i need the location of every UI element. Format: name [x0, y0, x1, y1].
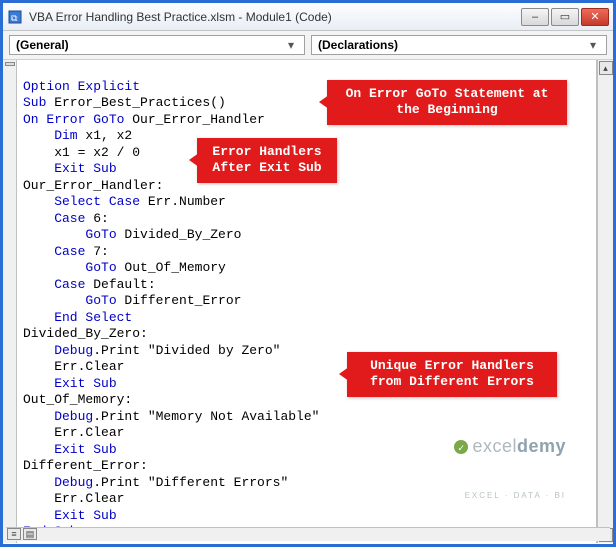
titlebar: ⧉ VBA Error Handling Best Practice.xlsm … — [3, 3, 613, 31]
scroll-up-icon[interactable]: ▴ — [599, 61, 613, 75]
code-line: End Select — [23, 310, 132, 325]
code-line: GoTo — [23, 260, 117, 275]
code-line: Error_Best_Practices() — [46, 95, 225, 110]
svg-text:⧉: ⧉ — [11, 13, 18, 23]
code-line: Err.Clear — [23, 491, 124, 506]
callout-after-exit: Error HandlersAfter Exit Sub — [197, 138, 337, 183]
window-buttons: – ▭ ✕ — [521, 8, 609, 26]
code-line: Divided_By_Zero — [117, 227, 242, 242]
code-line: GoTo — [23, 227, 117, 242]
code-line: 7: — [85, 244, 108, 259]
code-line: Err.Clear — [23, 425, 124, 440]
code-line: Out_Of_Memory — [117, 260, 226, 275]
code-line: Dim — [23, 128, 78, 143]
chevron-down-icon: ▾ — [284, 38, 298, 52]
code-line: Default: — [85, 277, 155, 292]
object-dropdown-label: (General) — [16, 38, 284, 52]
maximize-button[interactable]: ▭ — [551, 8, 579, 26]
app-icon: ⧉ — [7, 9, 23, 25]
code-line: Select Case — [23, 194, 140, 209]
code-line: 6: — [85, 211, 108, 226]
code-line: Debug — [23, 343, 93, 358]
code-line: Exit Sub — [23, 508, 117, 523]
code-line: Sub — [23, 95, 46, 110]
code-line: Case — [23, 277, 85, 292]
object-dropdown[interactable]: (General) ▾ — [9, 35, 305, 55]
code-line: Option Explicit — [23, 79, 140, 94]
code-line: On Error GoTo — [23, 112, 124, 127]
watermark-brand-a: excel — [472, 436, 517, 456]
code-line: Err.Clear — [23, 359, 124, 374]
code-line: Exit Sub — [23, 161, 117, 176]
callout-on-error: On Error GoTo Statement atthe Beginning — [327, 80, 567, 125]
code-line: .Print "Divided by Zero" — [93, 343, 280, 358]
code-line: Exit Sub — [23, 376, 117, 391]
code-line: Case — [23, 211, 85, 226]
code-line: Debug — [23, 475, 93, 490]
procedure-dropdown-label: (Declarations) — [318, 38, 586, 52]
code-pane[interactable]: Option Explicit Sub Error_Best_Practices… — [17, 60, 597, 543]
split-handle[interactable] — [5, 62, 15, 66]
code-area: Option Explicit Sub Error_Best_Practices… — [3, 60, 613, 543]
vertical-scrollbar[interactable]: ▴ ▾ — [597, 60, 613, 543]
code-line: x1, x2 — [78, 128, 133, 143]
code-line: Our_Error_Handler: — [23, 178, 163, 193]
margin-gutter — [3, 60, 17, 543]
code-line: Our_Error_Handler — [124, 112, 264, 127]
full-module-view-button[interactable]: ▤ — [23, 528, 37, 540]
code-line: x1 = x2 / 0 — [23, 145, 140, 160]
code-line: .Print "Memory Not Available" — [93, 409, 319, 424]
watermark: exceldemy EXCEL · DATA · BI — [454, 405, 566, 537]
code-line: Out_Of_Memory: — [23, 392, 132, 407]
code-line: .Print "Different Errors" — [93, 475, 288, 490]
code-line: Different_Error — [117, 293, 242, 308]
view-mode-bar: ≡ ▤ — [6, 527, 610, 541]
code-line: Case — [23, 244, 85, 259]
code-line: Debug — [23, 409, 93, 424]
procedure-dropdown[interactable]: (Declarations) ▾ — [311, 35, 607, 55]
check-icon — [454, 440, 468, 454]
procedure-view-button[interactable]: ≡ — [7, 528, 21, 540]
code-line: Divided_By_Zero: — [23, 326, 148, 341]
code-line: GoTo — [23, 293, 117, 308]
minimize-button[interactable]: – — [521, 8, 549, 26]
code-line: Err.Number — [140, 194, 226, 209]
close-button[interactable]: ✕ — [581, 8, 609, 26]
code-line: Different_Error: — [23, 458, 148, 473]
object-proc-bar: (General) ▾ (Declarations) ▾ — [3, 31, 613, 60]
window-title: VBA Error Handling Best Practice.xlsm - … — [29, 10, 521, 24]
chevron-down-icon: ▾ — [586, 38, 600, 52]
code-line: Exit Sub — [23, 442, 117, 457]
callout-unique-handlers: Unique Error Handlersfrom Different Erro… — [347, 352, 557, 397]
watermark-brand-b: demy — [517, 436, 566, 456]
watermark-tagline: EXCEL · DATA · BI — [454, 488, 566, 505]
